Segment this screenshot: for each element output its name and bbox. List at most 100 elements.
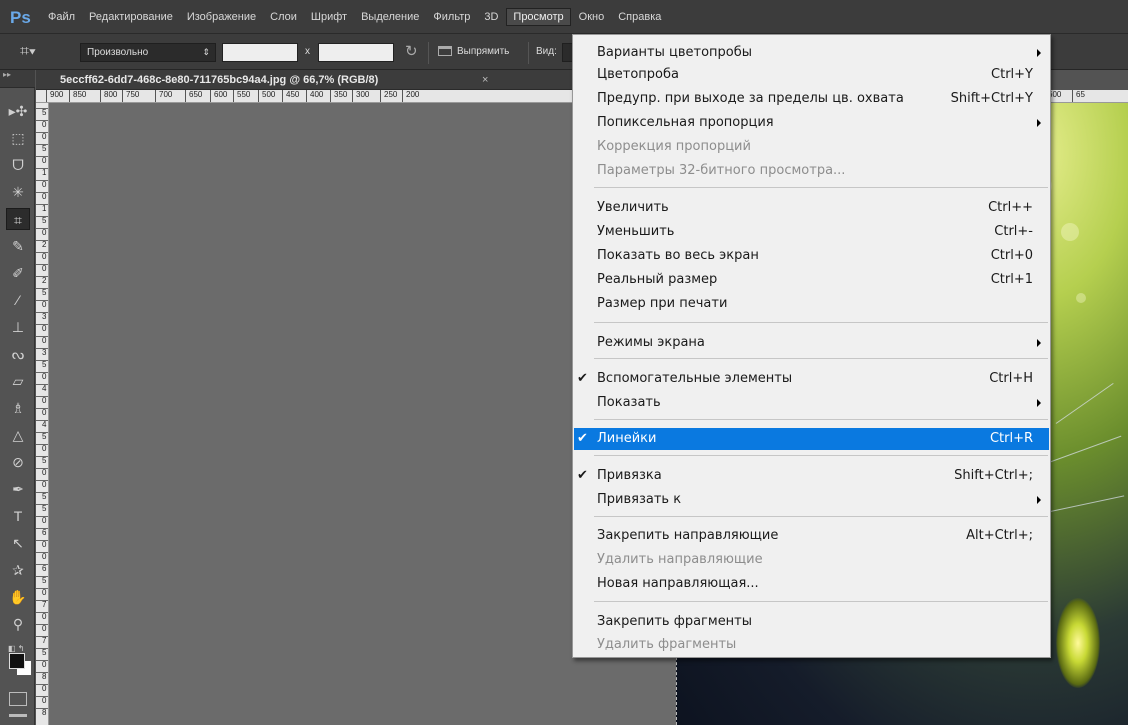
menu-type[interactable]: Шрифт — [305, 9, 353, 25]
crop-height-field[interactable] — [318, 43, 394, 62]
checkmark-icon: ✔ — [577, 468, 588, 483]
menu-separator — [594, 358, 1048, 359]
menu-filter[interactable]: Фильтр — [427, 9, 476, 25]
document-title: 5eccff62-6dd7-468c-8e80-711765bc94a4.jpg… — [60, 74, 379, 86]
menu-item-proof-colors[interactable]: Цветопроба Ctrl+Y — [574, 64, 1049, 86]
view-menu-dropdown: Варианты цветопробы Цветопроба Ctrl+Y Пре… — [572, 34, 1051, 658]
dimension-x-label: x — [305, 46, 310, 57]
magic-wand-tool-icon[interactable]: ✳ — [6, 181, 30, 203]
menu-item-aspect-correction: Коррекция пропорций — [597, 139, 751, 154]
document-tab[interactable]: 5eccff62-6dd7-468c-8e80-711765bc94a4.jpg… — [36, 70, 576, 90]
eraser-tool-icon[interactable]: ▱ — [6, 370, 30, 392]
menu-item-zoom-in[interactable]: Увеличить Ctrl++ — [574, 197, 1049, 219]
menu-edit[interactable]: Редактирование — [83, 9, 179, 25]
crop-preset-dropdown[interactable]: Произвольно ⇕ — [80, 43, 216, 62]
crop-tool-icon[interactable]: ⌗ — [6, 208, 30, 230]
menu-item-fit-on-screen[interactable]: Показать во весь экран Ctrl+0 — [574, 245, 1049, 267]
menu-window[interactable]: Окно — [573, 9, 611, 25]
menu-item-actual-pixels[interactable]: Реальный размер Ctrl+1 — [574, 269, 1049, 291]
hand-tool-icon[interactable]: ✋ — [6, 586, 30, 608]
menu-help[interactable]: Справка — [612, 9, 667, 25]
menu-item-show[interactable]: Показать — [574, 392, 1049, 414]
clone-stamp-tool-icon[interactable]: ⊥ — [6, 316, 30, 338]
default-colors-icon[interactable]: ◧ ↰ — [8, 644, 30, 653]
ruler-tick-label: 0 — [36, 624, 48, 636]
ruler-tick-label: 0 — [36, 156, 48, 168]
swap-dimensions-icon[interactable]: ↻ — [405, 44, 418, 63]
menu-item-proof-setup[interactable]: Варианты цветопробы — [574, 42, 1049, 64]
ruler-tick-label: 0 — [36, 684, 48, 696]
menu-item-lock-slices[interactable]: Закрепить фрагменты — [574, 611, 1049, 633]
ruler-tick-label: 0 — [36, 408, 48, 420]
tools-panel-header[interactable]: ▸▸ — [0, 70, 35, 88]
ruler-tick-label: 250 — [380, 90, 397, 102]
ruler-tick-label: 2 — [36, 276, 48, 288]
chevron-updown-icon: ⇕ — [202, 47, 210, 57]
menu-file[interactable]: Файл — [42, 9, 81, 25]
history-brush-tool-icon[interactable]: ᔓ — [6, 343, 30, 365]
foreground-color-swatch[interactable] — [9, 653, 25, 669]
ruler-tick-label: 300 — [352, 90, 369, 102]
quick-mask-icon[interactable] — [9, 692, 27, 706]
menu-item-pixel-aspect-ratio[interactable]: Попиксельная пропорция — [574, 112, 1049, 134]
ruler-tick-label: 0 — [36, 228, 48, 240]
vertical-ruler[interactable]: 5005010015020025030035040045050055060065… — [36, 103, 49, 725]
menu-item-snap[interactable]: ✔ Привязка Shift+Ctrl+; — [574, 465, 1049, 487]
crop-width-field[interactable] — [222, 43, 298, 62]
menu-separator — [594, 516, 1048, 517]
ruler-tick-label: 6 — [36, 528, 48, 540]
move-tool-icon[interactable]: ▸✣ — [6, 100, 30, 122]
zoom-tool-icon[interactable]: ⚲ — [6, 613, 30, 635]
ruler-tick-label: 4 — [36, 420, 48, 432]
lasso-tool-icon[interactable]: ᗜ — [6, 154, 30, 176]
brush-tool-icon[interactable]: ⁄ — [6, 289, 30, 311]
healing-brush-tool-icon[interactable]: ✐ — [6, 262, 30, 284]
ruler-tick-label: 0 — [36, 480, 48, 492]
photoshop-logo: Ps — [10, 8, 31, 27]
shape-tool-icon[interactable]: ✰ — [6, 559, 30, 581]
menu-item-zoom-out[interactable]: Уменьшить Ctrl+- — [574, 221, 1049, 243]
pen-tool-icon[interactable]: ✒ — [6, 478, 30, 500]
menu-item-screen-mode[interactable]: Режимы экрана — [574, 332, 1049, 354]
screen-mode-icon[interactable] — [9, 714, 27, 724]
close-icon[interactable]: × — [482, 74, 488, 86]
menu-select[interactable]: Выделение — [355, 9, 425, 25]
ruler-tick-label: 7 — [36, 600, 48, 612]
menu-view[interactable]: Просмотр — [506, 8, 571, 26]
menu-layers[interactable]: Слои — [264, 9, 303, 25]
menu-item-new-guide[interactable]: Новая направляющая... — [574, 573, 1049, 595]
paint-bucket-tool-icon[interactable]: ♗ — [6, 397, 30, 419]
whisker-line — [1055, 382, 1114, 424]
menu-item-extras[interactable]: ✔ Вспомогательные элементы Ctrl+H — [574, 368, 1049, 390]
menu-image[interactable]: Изображение — [181, 9, 262, 25]
menu-separator — [594, 601, 1048, 602]
cat-eye — [1056, 598, 1100, 688]
menu-item-snap-to[interactable]: Привязать к — [574, 489, 1049, 511]
menu-3d[interactable]: 3D — [478, 9, 504, 25]
eyedropper-tool-icon[interactable]: ✎ — [6, 235, 30, 257]
menu-separator — [594, 419, 1048, 420]
ruler-tick-label: 0 — [36, 540, 48, 552]
whisker-line — [1040, 495, 1125, 514]
ruler-tick-label: 5 — [36, 432, 48, 444]
straighten-button[interactable]: Выпрямить — [457, 46, 509, 65]
ruler-tick-label: 0 — [36, 696, 48, 708]
menu-item-gamut-warning[interactable]: Предупр. при выходе за пределы цв. охват… — [574, 88, 1049, 110]
type-tool-icon[interactable]: T — [6, 505, 30, 527]
submenu-arrow-icon — [1037, 49, 1041, 57]
marquee-tool-icon[interactable]: ⬚ — [6, 127, 30, 149]
ruler-tick-label: 700 — [155, 90, 172, 102]
gradient-tool-icon[interactable]: △ — [6, 424, 30, 446]
path-selection-tool-icon[interactable]: ↖ — [6, 532, 30, 554]
ruler-tick-label: 0 — [36, 300, 48, 312]
menu-item-rulers[interactable]: ✔ Линейки Ctrl+R — [574, 428, 1049, 450]
straighten-icon[interactable] — [438, 46, 452, 56]
menu-separator — [594, 322, 1048, 323]
crop-tool-icon[interactable]: ⌗▾ — [20, 42, 48, 62]
blur-tool-icon[interactable]: ⊘ — [6, 451, 30, 473]
submenu-arrow-icon — [1037, 496, 1041, 504]
checkmark-icon: ✔ — [577, 431, 588, 446]
menu-item-print-size[interactable]: Размер при печати — [574, 293, 1049, 315]
ruler-tick-label: 0 — [36, 612, 48, 624]
menu-item-lock-guides[interactable]: Закрепить направляющие Alt+Ctrl+; — [574, 525, 1049, 547]
